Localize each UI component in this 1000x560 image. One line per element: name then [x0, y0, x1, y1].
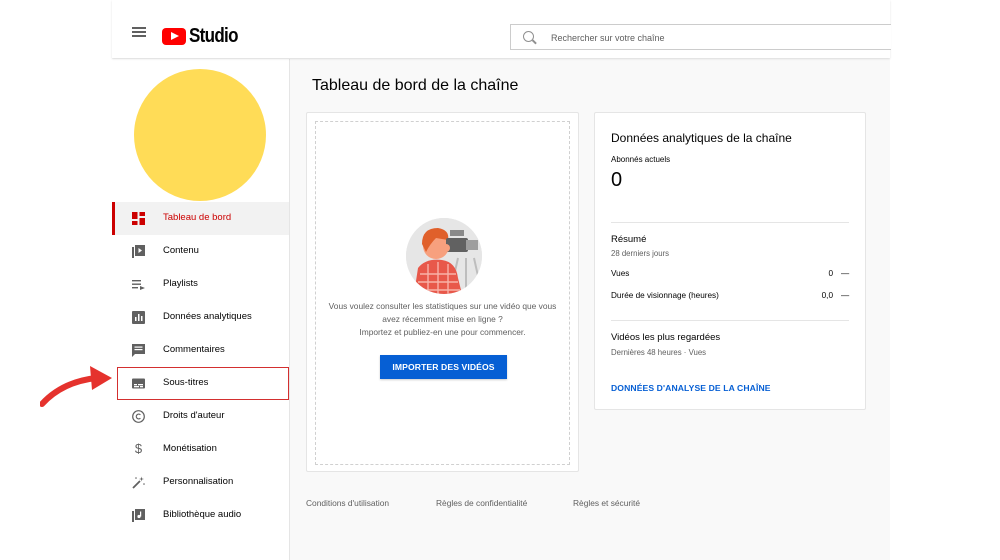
top-videos-title: Vidéos les plus regardées — [611, 332, 721, 343]
sidebar-item-label: Tableau de bord — [163, 212, 232, 223]
divider — [611, 320, 849, 321]
upload-hint-line: avez récemment mise en ligne ? — [382, 314, 503, 324]
sidebar-item-label: Bibliothèque audio — [163, 509, 242, 520]
channel-analytics-card: Données analytiques de la chaîne Abonnés… — [594, 112, 866, 410]
copyright-icon — [132, 410, 145, 423]
sidebar-item-label: Monétisation — [163, 443, 217, 454]
search-input[interactable] — [549, 28, 883, 48]
summary-period: 28 derniers jours — [611, 249, 670, 258]
sidebar-item-audio-library[interactable]: Bibliothèque audio — [112, 499, 289, 532]
sidebar-item-label: Sous-titres — [163, 377, 209, 388]
sidebar-item-content[interactable]: Contenu — [112, 235, 289, 268]
sidebar-item-analytics[interactable]: Données analytiques — [112, 301, 289, 334]
channel-avatar[interactable] — [134, 69, 266, 201]
divider — [611, 222, 849, 223]
upload-videos-button[interactable]: IMPORTER DES VIDÉOS — [380, 355, 507, 379]
audio-library-icon — [132, 509, 145, 522]
annotation-arrow-icon — [40, 366, 112, 407]
page-title: Tableau de bord de la chaîne — [312, 77, 519, 94]
analytics-card-title: Données analytiques de la chaîne — [611, 131, 792, 145]
magic-wand-icon — [132, 476, 145, 489]
content-icon — [132, 245, 145, 258]
watch-time-label: Durée de visionnage (heures) — [611, 291, 719, 300]
subscribers-label: Abonnés actuels — [611, 155, 671, 164]
youtube-play-icon — [162, 28, 186, 45]
views-label: Vues — [611, 269, 630, 278]
sidebar-item-copyright[interactable]: Droits d'auteur — [112, 400, 289, 433]
search-box[interactable] — [510, 24, 891, 50]
privacy-link[interactable]: Règles de confidentialité — [436, 498, 527, 508]
upload-hint-line: Vous voulez consulter les statistiques s… — [328, 301, 557, 311]
sidebar-item-label: Playlists — [163, 278, 198, 289]
views-trend: — — [841, 269, 850, 278]
sidebar-item-customization[interactable]: Personnalisation — [112, 466, 289, 499]
sidebar-item-comments[interactable]: Commentaires — [112, 334, 289, 367]
sidebar-item-label: Commentaires — [163, 344, 225, 355]
studio-app: Studio Tableau de bord Contenu — [112, 0, 891, 560]
watch-time-value: 0,0 — [821, 291, 833, 300]
sidebar-item-playlists[interactable]: Playlists — [112, 268, 289, 301]
camera-operator-illustration — [406, 218, 482, 294]
upload-hint-text: Vous voulez consulter les statistiques s… — [316, 300, 569, 339]
channel-analytics-link[interactable]: DONNÉES D'ANALYSE DE LA CHAÎNE — [611, 383, 771, 393]
search-icon[interactable] — [523, 31, 534, 42]
terms-link[interactable]: Conditions d'utilisation — [306, 498, 389, 508]
sidebar-item-monetization[interactable]: $ Monétisation — [112, 433, 289, 466]
summary-title: Résumé — [611, 234, 647, 245]
dollar-icon: $ — [134, 441, 143, 456]
upload-hint-line: Importez et publiez-en une pour commence… — [359, 327, 526, 337]
sidebar-item-label: Personnalisation — [163, 476, 234, 487]
sidebar-item-label: Données analytiques — [163, 311, 252, 322]
subscribers-count: 0 — [611, 169, 623, 191]
subtitles-icon — [132, 378, 145, 389]
studio-logo[interactable]: Studio — [162, 25, 246, 48]
analytics-icon — [132, 311, 145, 324]
upload-dropzone: Vous voulez consulter les statistiques s… — [315, 121, 570, 465]
sidebar-item-dashboard[interactable]: Tableau de bord — [112, 202, 289, 235]
sidebar-item-label: Contenu — [163, 245, 199, 256]
sidebar: Tableau de bord Contenu Playlists Donnée… — [112, 59, 290, 560]
watch-time-trend: — — [841, 291, 850, 300]
comments-icon — [132, 344, 145, 357]
safety-link[interactable]: Règles et sécurité — [573, 498, 640, 508]
app-name: Studio — [189, 25, 238, 47]
upload-card: Vous voulez consulter les statistiques s… — [306, 112, 579, 472]
views-value: 0 — [828, 269, 833, 278]
top-bar: Studio — [112, 0, 891, 58]
playlists-icon — [132, 280, 145, 290]
sidebar-item-label: Droits d'auteur — [163, 410, 225, 421]
dashboard-icon — [132, 212, 145, 225]
sidebar-item-subtitles[interactable]: Sous-titres — [117, 367, 289, 400]
top-videos-meta: Dernières 48 heures · Vues — [611, 348, 707, 357]
menu-icon[interactable] — [132, 27, 146, 37]
